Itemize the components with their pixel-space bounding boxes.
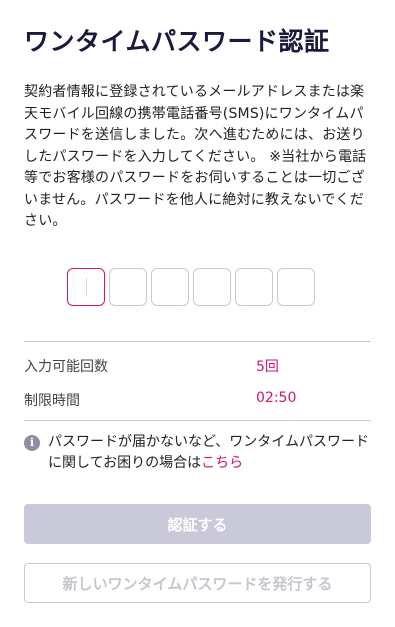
otp-digit-6[interactable] [277, 268, 315, 306]
divider-bottom [24, 420, 371, 421]
time-limit-value: 02:50 [256, 390, 297, 406]
otp-digit-3[interactable] [151, 268, 189, 306]
text-caret [86, 278, 87, 296]
otp-digit-2[interactable] [109, 268, 147, 306]
info-icon: i [24, 435, 40, 451]
otp-input-group [67, 268, 315, 306]
help-text: パスワードが届かないなど、ワンタイムパスワードに関してお困りの場合はこちら [48, 432, 371, 474]
otp-page: ワンタイムパスワード認証 契約者情報に登録されているメールアドレスまたは楽天モバ… [0, 0, 395, 627]
otp-digit-5[interactable] [235, 268, 273, 306]
divider-top [24, 341, 371, 342]
attempts-value: 5回 [256, 359, 279, 375]
time-limit-label: 制限時間 [24, 393, 80, 409]
otp-description: 契約者情報に登録されているメールアドレスまたは楽天モバイル回線の携帯電話番号(S… [24, 84, 367, 229]
otp-digit-1[interactable] [67, 268, 105, 306]
otp-digit-4[interactable] [193, 268, 231, 306]
attempts-label: 入力可能回数 [24, 359, 108, 375]
help-link[interactable]: こちら [201, 455, 243, 471]
page-title: ワンタイムパスワード認証 [24, 27, 330, 56]
verify-button[interactable]: 認証する [24, 504, 371, 544]
resend-otp-button[interactable]: 新しいワンタイムパスワードを発行する [24, 563, 371, 603]
